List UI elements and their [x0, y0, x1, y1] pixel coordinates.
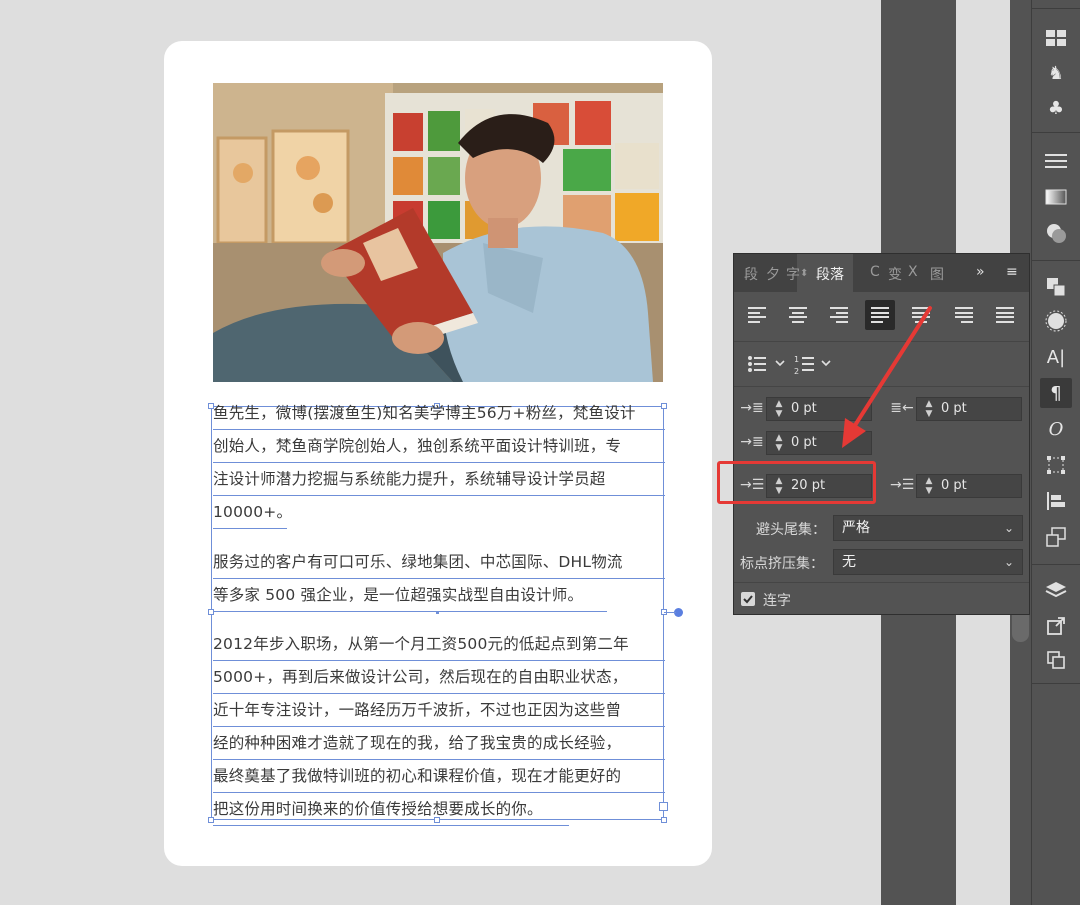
toolbar-divider — [1031, 8, 1080, 9]
align-center-icon[interactable] — [783, 300, 813, 330]
character-icon[interactable]: A| — [1040, 342, 1072, 372]
mojikumi-label: 标点挤压集： — [740, 556, 824, 572]
bullets-icon[interactable] — [746, 352, 788, 376]
tab-truncated-6[interactable]: X — [908, 264, 918, 280]
space-after-icon: →☰ — [890, 477, 915, 493]
kinsoku-select[interactable]: 严格 ⌄ — [833, 515, 1023, 541]
svg-text:2: 2 — [794, 367, 799, 376]
space-after-field[interactable]: ▲ ▼ 0 pt — [916, 474, 1022, 498]
tab-truncated-3[interactable]: 字 — [786, 264, 800, 284]
mojikumi-select[interactable]: 无 ⌄ — [833, 549, 1023, 575]
tab-truncated-2[interactable]: 夕 — [766, 264, 780, 284]
align-icon[interactable] — [1040, 486, 1072, 516]
links-icon[interactable] — [1040, 645, 1072, 675]
annotation-arrow — [842, 306, 932, 448]
svg-text:1: 1 — [794, 355, 799, 364]
text-line: 创始人，梵鱼商学院创始人，独创系统平面设计特训班，专 — [213, 430, 665, 463]
text-line: 服务过的客户有可口可乐、绿地集团、中芯国际、DHL物流 — [213, 546, 665, 579]
toolbar-divider — [1031, 564, 1080, 565]
text-line: 最终奠基了我做特训班的初心和课程价值，现在才能更好的 — [213, 760, 665, 793]
toolbar-divider — [1031, 683, 1080, 684]
symbols-icon[interactable]: ♣ — [1040, 93, 1072, 123]
tab-paragraph[interactable]: 段落 — [816, 264, 844, 284]
left-indent-icon: →≣ — [740, 400, 764, 416]
text-line: 2012年步入职场，从第一个月工资500元的低起点到第二年 — [213, 628, 665, 661]
appearance-icon[interactable] — [1040, 306, 1072, 336]
text-line: 5000+，再到后来做设计公司，然后现在的自由职业状态， — [213, 661, 665, 694]
text-line: 鱼先生，微博(摆渡鱼生)知名美学博主56万+粉丝，梵鱼设计 — [213, 397, 665, 430]
thread-line — [664, 612, 676, 613]
first-line-indent-stepper[interactable]: ▲ ▼ — [772, 432, 786, 455]
transparency-icon[interactable] — [1040, 218, 1072, 248]
hyphenate-label: 连字 — [763, 593, 791, 609]
chevron-down-icon: ⌄ — [1003, 555, 1014, 569]
profile-photo — [213, 83, 663, 382]
text-line: 近十年专注设计，一路经历万千波折，不过也正因为这些曾 — [213, 694, 665, 727]
text-line: 等多家 500 强企业，是一位超强实战型自由设计师。 — [213, 579, 607, 612]
tab-truncated-1[interactable]: 段 — [744, 264, 758, 284]
gradient-icon[interactable] — [1040, 182, 1072, 212]
justify-last-right-icon[interactable] — [949, 300, 979, 330]
text-line: 10000+。 — [213, 496, 292, 529]
text-line: 注设计师潜力挖掘与系统能力提升，系统辅导设计学员超 — [213, 463, 665, 496]
kinsoku-label: 避头尾集： — [756, 522, 826, 538]
toolbar-divider — [1031, 260, 1080, 261]
left-indent-stepper[interactable]: ▲ ▼ — [772, 398, 786, 421]
opentype-icon[interactable]: O — [1040, 414, 1072, 444]
panel-tab-bar: 段 夕 字 ⬍ 段落 C 变 X 图 » ≡ — [734, 254, 1029, 292]
tab-sort-icon: ⬍ — [800, 268, 809, 279]
paragraph-2: 服务过的客户有可口可乐、绿地集团、中芯国际、DHL物流 等多家 500 强企业，… — [213, 546, 665, 612]
align-left-icon[interactable] — [742, 300, 772, 330]
panel-menu-icon[interactable]: ≡ — [1006, 264, 1018, 280]
paragraph-icon[interactable]: ¶ — [1040, 378, 1072, 408]
space-after-stepper[interactable]: ▲ ▼ — [922, 475, 936, 498]
text-line: 经的种种困难才造就了现在的我，给了我宝贵的成长经验， — [213, 727, 665, 760]
highlight-box — [717, 461, 876, 504]
first-line-indent-icon: →≣ — [740, 434, 764, 450]
panel-expand-icon[interactable]: » — [976, 264, 985, 280]
tab-truncated-5[interactable]: 变 — [888, 264, 902, 284]
paragraph-1: 鱼先生，微博(摆渡鱼生)知名美学博主56万+粉丝，梵鱼设计 创始人，梵鱼商学院创… — [213, 397, 665, 529]
export-icon[interactable] — [1040, 611, 1072, 641]
tab-truncated-7[interactable]: 图 — [930, 264, 944, 284]
hyphenate-checkbox[interactable] — [741, 592, 755, 606]
justify-all-icon[interactable] — [990, 300, 1020, 330]
puppet-icon[interactable]: ♞ — [1040, 58, 1072, 88]
paragraph-3: 2012年步入职场，从第一个月工资500元的低起点到第二年 5000+，再到后来… — [213, 628, 665, 826]
artboards-icon[interactable] — [1040, 522, 1072, 552]
layers-icon[interactable] — [1040, 575, 1072, 605]
swatches-icon[interactable] — [1040, 23, 1072, 53]
text-line: 把这份用时间换来的价值传授给想要成长的你。 — [213, 793, 569, 826]
transform-icon[interactable] — [1040, 450, 1072, 480]
tab-truncated-4[interactable]: C — [870, 264, 880, 280]
toolbar-divider — [1031, 132, 1080, 133]
panel-divider — [734, 582, 1029, 583]
pathfinder-icon[interactable] — [1040, 272, 1072, 302]
chevron-down-icon: ⌄ — [1003, 521, 1014, 535]
stroke-icon[interactable] — [1040, 146, 1072, 176]
